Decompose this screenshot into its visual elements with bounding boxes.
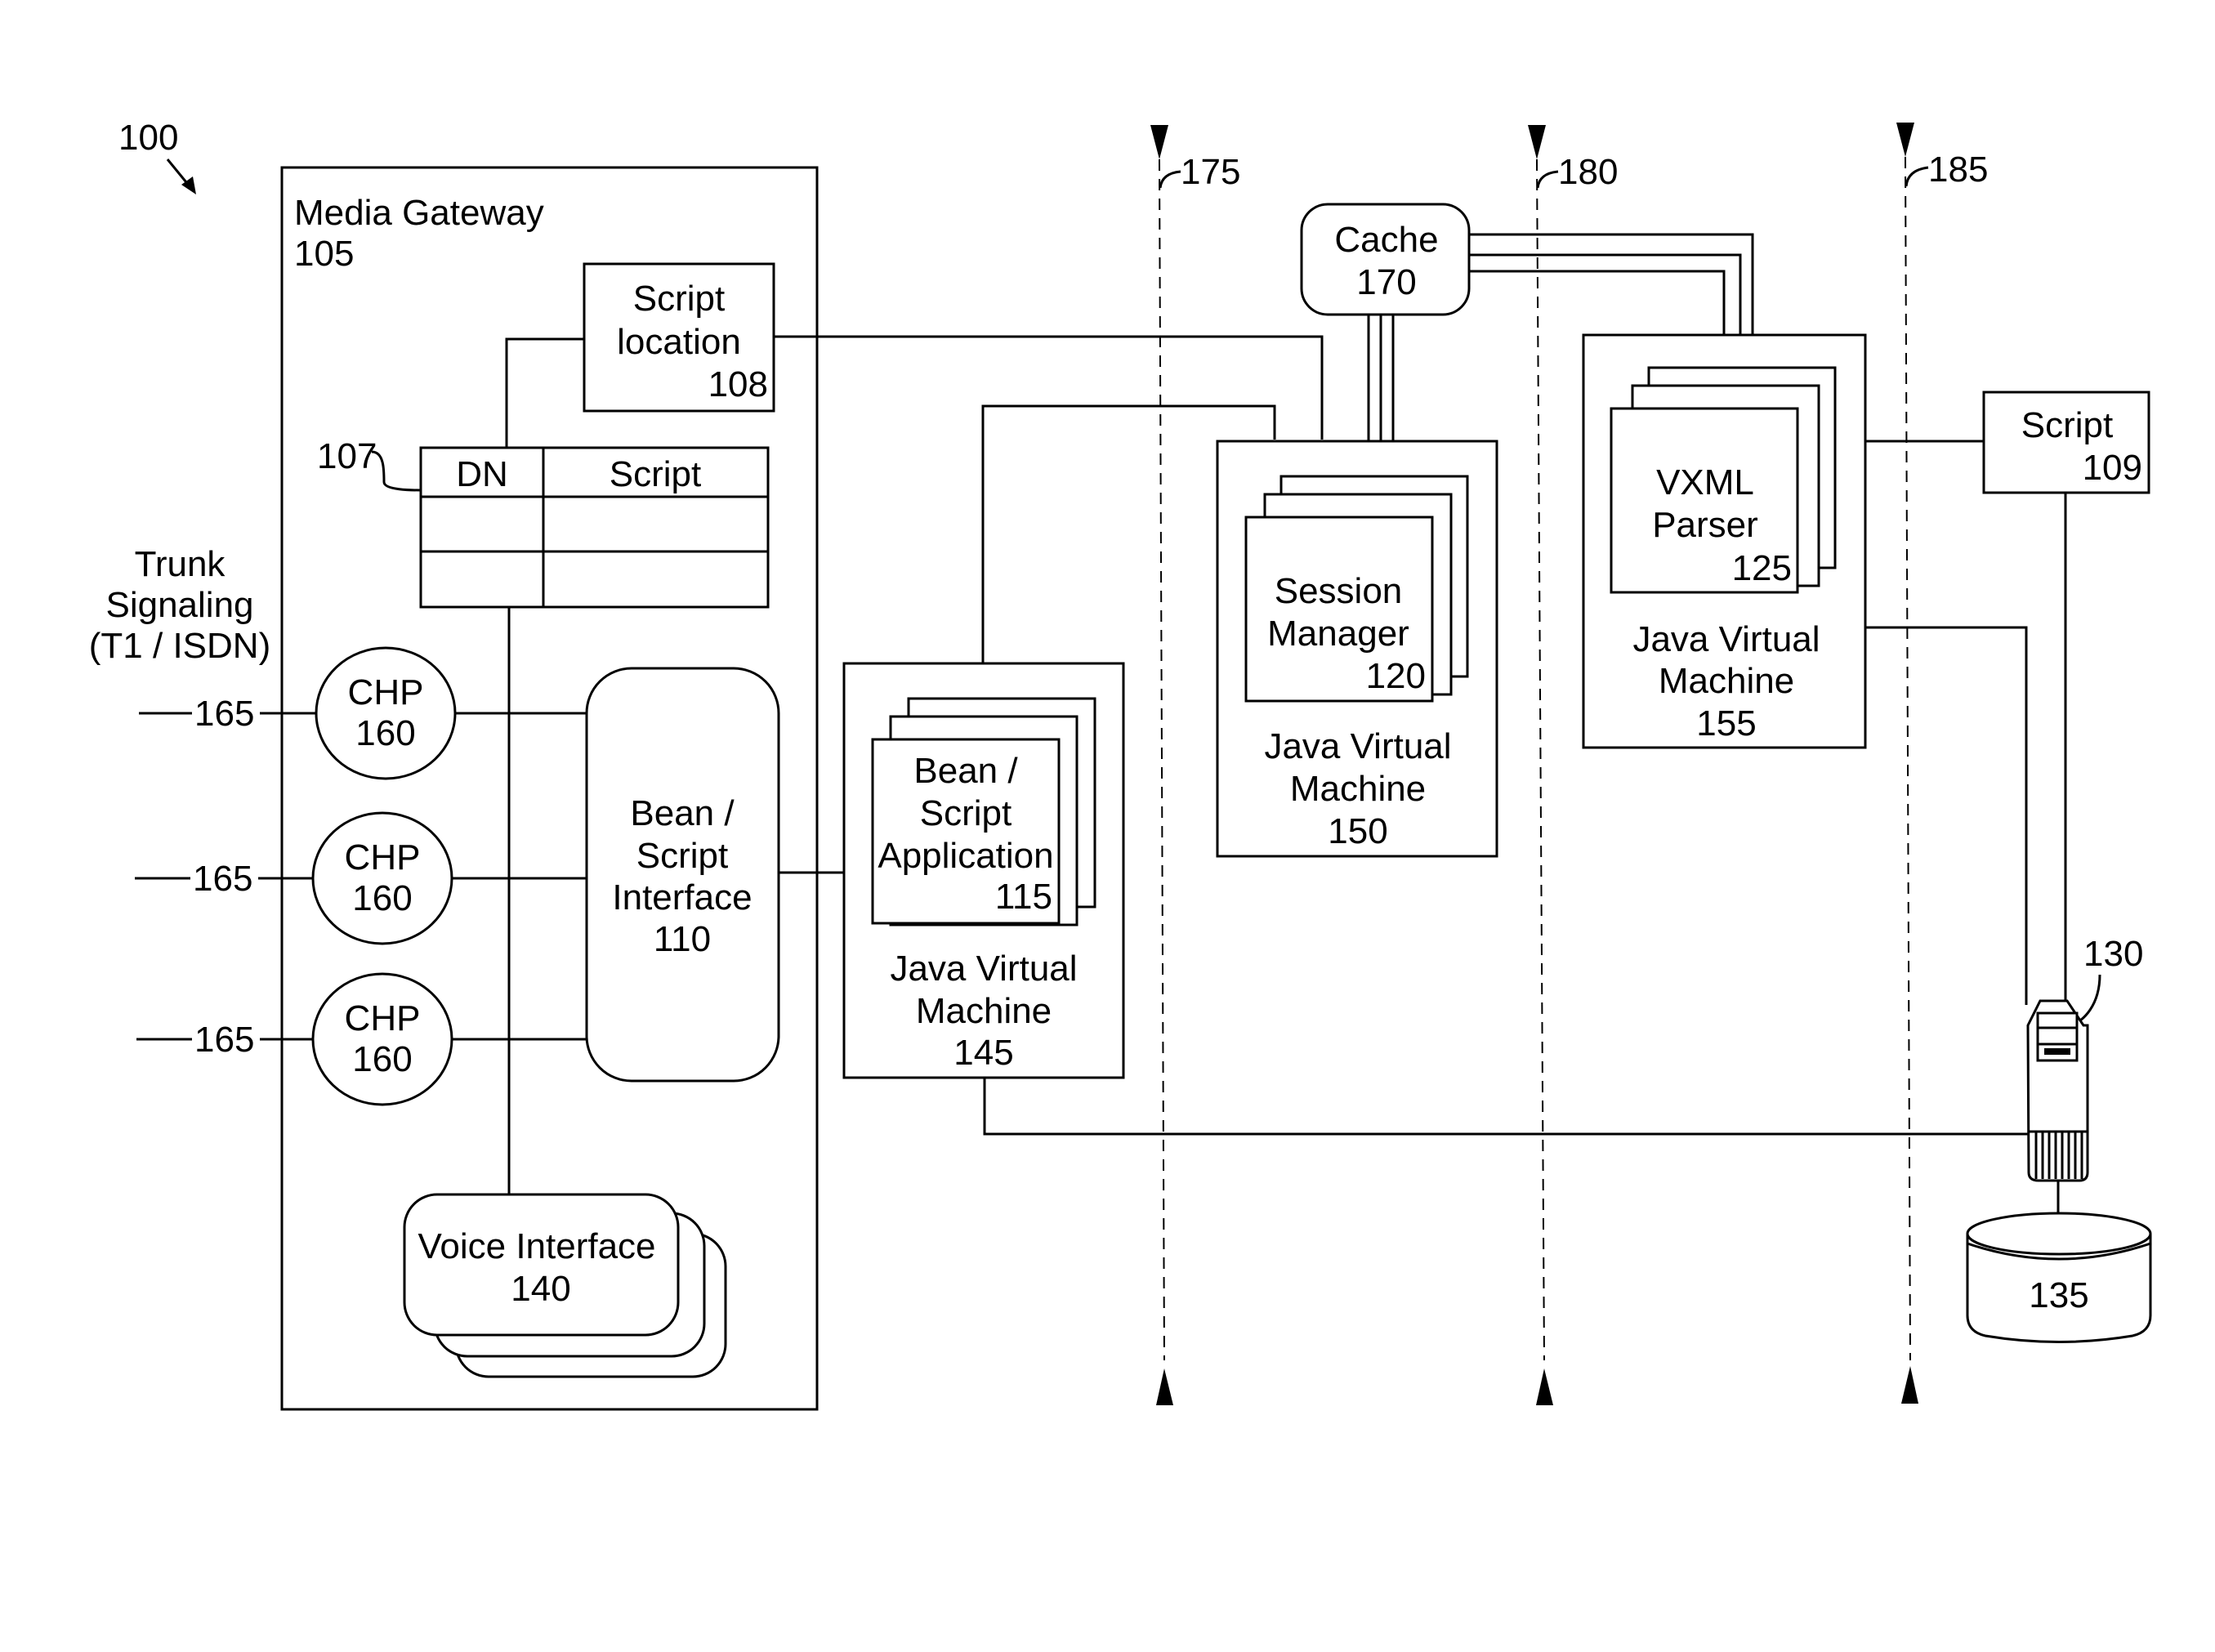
- java-virtual-machine-145[interactable]: Bean / Script Application 115 Java Virtu…: [842, 662, 1125, 1079]
- session-manager-ref: 120: [1366, 656, 1426, 696]
- system-architecture-diagram: 100 Media Gateway 105 Script location 10…: [89, 118, 2152, 1411]
- dn-table-header-script: Script: [610, 454, 701, 494]
- connector-cache-jvm150: [1367, 315, 1395, 441]
- connector-jvm155-server: [1865, 626, 2028, 1005]
- jvm-155-line2: Machine: [1659, 661, 1794, 701]
- java-virtual-machine-150[interactable]: Session Manager 120 Java Virtual Machine…: [1216, 440, 1498, 858]
- boundary-leader: [1159, 170, 1181, 189]
- script-109-ref: 109: [2083, 448, 2142, 488]
- jvm-145-ref: 145: [953, 1033, 1013, 1073]
- jvm-150-line1: Java Virtual: [1264, 726, 1451, 766]
- dn-table-ref: 107: [317, 436, 377, 476]
- boundary-dashed-line: [1536, 159, 1545, 1361]
- bean-script-app-ref: 115: [995, 877, 1052, 917]
- vxml-parser-line2: Parser: [1652, 505, 1758, 545]
- boundary-bottom-arrow-icon: [1156, 1368, 1173, 1405]
- boundary-leader: [1905, 166, 1929, 187]
- boundary-bottom-arrow-icon: [1901, 1366, 1918, 1404]
- boundary-ref: 185: [1928, 150, 1988, 190]
- trunk-signaling-line3: (T1 / ISDN): [89, 626, 270, 666]
- bean-script-app-line3: Application: [878, 836, 1053, 876]
- boundary-bottom-arrow-icon: [1536, 1368, 1553, 1405]
- bean-script-interface[interactable]: Bean / Script Interface 110: [585, 667, 780, 1083]
- cache-jvm155-line: [1469, 270, 1726, 335]
- voice-interface-ref: 140: [511, 1269, 570, 1309]
- connector-script-location-jvm150: [774, 335, 1324, 440]
- server-drive-icon: [2044, 1048, 2070, 1055]
- chp-ref: 160: [355, 713, 415, 753]
- boundary-top-arrow-icon: [1896, 123, 1914, 157]
- trunk-signaling-line2: Signaling: [105, 585, 253, 625]
- voice-interface[interactable]: Voice Interface 140: [403, 1193, 727, 1378]
- boundary-leader: [1536, 170, 1559, 189]
- jvm-150-ref: 150: [1328, 811, 1387, 851]
- boundary-top-arrow-icon: [1528, 125, 1546, 159]
- figure-ref-label: 100: [118, 118, 178, 158]
- script-109-label: Script: [2021, 405, 2113, 445]
- cache[interactable]: Cache 170: [1300, 203, 1471, 316]
- jvm-145-line1: Java Virtual: [890, 949, 1077, 989]
- bean-script-app-line2: Script: [920, 793, 1011, 833]
- trunk-line-ref: 165: [194, 1020, 254, 1060]
- script-location-box[interactable]: Script location 108: [583, 262, 775, 413]
- server-130[interactable]: 130: [2026, 934, 2143, 1182]
- cache-jvm155-line: [1469, 233, 1754, 335]
- connector-jvm145-server: [983, 1078, 2028, 1136]
- trunk-signaling-line1: Trunk: [135, 544, 226, 584]
- bean-script-interface-line3: Interface: [612, 877, 752, 918]
- script-location-line2: location: [617, 322, 741, 362]
- boundary-top-arrow-icon: [1150, 125, 1168, 159]
- jvm-155-line1: Java Virtual: [1632, 619, 1820, 659]
- bean-script-app-line1: Bean /: [913, 751, 1018, 791]
- cache-ref: 170: [1356, 262, 1416, 302]
- bean-script-interface-line1: Bean /: [630, 793, 735, 833]
- cache-label: Cache: [1334, 220, 1438, 260]
- trunk-signaling-label: Trunk Signaling (T1 / ISDN): [89, 544, 270, 666]
- chp-label: CHP: [348, 672, 424, 712]
- session-manager-line2: Manager: [1267, 614, 1409, 654]
- database-top: [1966, 1212, 2152, 1256]
- vxml-parser-ref: 125: [1732, 548, 1792, 588]
- chp-label: CHP: [345, 998, 421, 1038]
- jvm-150-line2: Machine: [1290, 769, 1426, 809]
- boundary-180: 180: [1528, 125, 1618, 1405]
- cache-jvm155-line: [1469, 253, 1742, 335]
- chp-ref: 160: [352, 878, 412, 918]
- bean-script-interface-ref: 110: [654, 919, 711, 959]
- boundary-dashed-line: [1159, 159, 1165, 1361]
- dn-table-header-dn: DN: [456, 454, 508, 494]
- script-location-ref: 108: [708, 364, 768, 404]
- vxml-parser-line1: VXML: [1656, 462, 1754, 502]
- boundary-ref: 180: [1558, 152, 1618, 192]
- media-gateway-ref: 105: [294, 234, 354, 274]
- jvm-145-line2: Machine: [916, 991, 1052, 1031]
- script-location-line1: Script: [633, 279, 725, 319]
- database-135[interactable]: 135: [1966, 1212, 2152, 1343]
- jvm-155-ref: 155: [1696, 703, 1756, 743]
- boundary-ref: 175: [1181, 152, 1240, 192]
- database-ref: 135: [2029, 1275, 2088, 1315]
- chp-ref: 160: [352, 1039, 412, 1079]
- server-ref: 130: [2083, 934, 2143, 974]
- session-manager-line1: Session: [1275, 571, 1403, 611]
- boundary-185: 185: [1896, 123, 1988, 1404]
- java-virtual-machine-155[interactable]: VXML Parser 125 Java Virtual Machine 155: [1582, 333, 1867, 749]
- script-109-box[interactable]: Script 109: [1982, 391, 2150, 494]
- media-gateway-title: Media Gateway: [294, 193, 544, 233]
- trunk-line-ref: 165: [193, 859, 252, 899]
- chp-label: CHP: [345, 837, 421, 877]
- figure-reference: 100: [118, 118, 196, 194]
- connector-cache-jvm155: [1469, 233, 1754, 335]
- voice-interface-label: Voice Interface: [418, 1226, 655, 1266]
- bean-script-interface-line2: Script: [636, 836, 728, 876]
- boundary-dashed-line: [1905, 156, 1911, 1361]
- trunk-line-ref: 165: [194, 694, 254, 734]
